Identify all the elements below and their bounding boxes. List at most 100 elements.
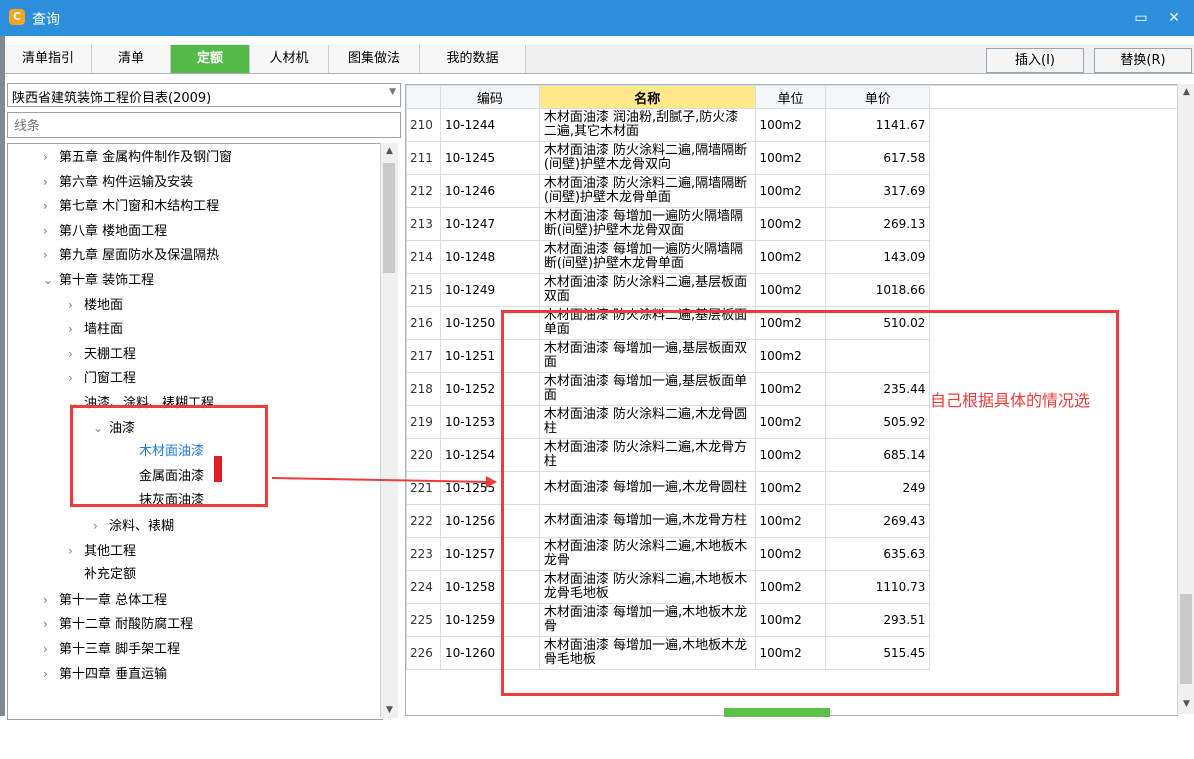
- tree-node[interactable]: › 第十一章 总体工程: [43, 589, 167, 611]
- collapse-icon[interactable]: ›: [43, 195, 59, 217]
- row-code: 10-1246: [439, 174, 540, 208]
- tree-node[interactable]: › 涂料、裱糊: [93, 515, 174, 537]
- tree-node[interactable]: › 第七章 木门窗和木结构工程: [43, 195, 219, 217]
- collapse-icon[interactable]: ›: [43, 220, 59, 242]
- tree-node[interactable]: 补充定额: [68, 564, 136, 586]
- collapse-icon[interactable]: ›: [68, 540, 84, 562]
- collapse-icon[interactable]: ›: [43, 613, 59, 635]
- tree-node-label: 第十二章 耐酸防腐工程: [59, 617, 194, 633]
- row-unit: 100m2: [754, 174, 827, 208]
- tree-node[interactable]: › 第十四章 垂直运输: [43, 663, 167, 685]
- expand-icon[interactable]: ⌄: [43, 269, 59, 291]
- collapse-icon[interactable]: ›: [68, 318, 84, 340]
- tree-node[interactable]: › 墙柱面: [68, 318, 123, 340]
- table-row[interactable]: 210 10-1244 木材面油漆 润油粉,刮腻子,防火漆二遍,其它木材面 100m2…: [406, 108, 1178, 142]
- collapse-icon[interactable]: ›: [68, 294, 84, 316]
- row-filler: [930, 109, 1178, 142]
- row-unit: 100m2: [754, 273, 827, 307]
- row-price: 269.13: [825, 207, 931, 241]
- scroll-thumb[interactable]: [1180, 594, 1192, 684]
- tree-node[interactable]: › 第十二章 耐酸防腐工程: [43, 613, 193, 635]
- row-code: 10-1245: [439, 141, 540, 175]
- tree-node[interactable]: ⌄ 第十章 装饰工程: [43, 269, 154, 291]
- table-row[interactable]: 213 10-1247 木材面油漆 每增加一遍防火隔墙隔断(间壁)护壁木龙骨双面 10…: [406, 207, 1178, 241]
- scroll-down-icon[interactable]: ▼: [1178, 696, 1194, 712]
- scroll-thumb[interactable]: [383, 163, 395, 273]
- row-index: 222: [406, 504, 441, 538]
- tree-node-label: 墙柱面: [84, 322, 124, 338]
- tree-node[interactable]: › 其他工程: [68, 540, 136, 562]
- tree-node-label: 第八章 楼地面工程: [59, 223, 168, 239]
- tree-node-label: 涂料、裱糊: [109, 519, 175, 534]
- cursor-marker: [214, 456, 222, 482]
- tab-bill-guide[interactable]: 清单指引: [5, 45, 92, 73]
- row-index: 215: [406, 273, 441, 307]
- row-code: 10-1244: [439, 108, 540, 142]
- scroll-up-icon[interactable]: ▲: [1178, 84, 1194, 100]
- row-price: 1141.67: [825, 108, 931, 142]
- column-header-code[interactable]: 编码: [439, 85, 540, 109]
- table-row[interactable]: 215 10-1249 木材面油漆 防火涂料二遍,基层板面双面 100m2 1018.6…: [406, 273, 1178, 307]
- maximize-icon[interactable]: ▭: [1130, 8, 1152, 28]
- collapse-icon[interactable]: ›: [43, 638, 59, 660]
- tab-bill[interactable]: 清单: [92, 45, 171, 73]
- tree-node[interactable]: › 门窗工程: [68, 367, 136, 389]
- collapse-icon[interactable]: ›: [93, 515, 109, 537]
- collapse-icon[interactable]: ›: [68, 343, 84, 365]
- collapse-icon[interactable]: ›: [68, 367, 84, 389]
- tree-node[interactable]: › 第十三章 脚手架工程: [43, 638, 180, 660]
- collapse-icon[interactable]: ›: [43, 146, 59, 168]
- row-name: 木材面油漆 每增加一遍防火隔墙隔断(间壁)护壁木龙骨单面: [538, 240, 756, 274]
- tab-my-data[interactable]: 我的数据: [420, 45, 526, 73]
- table-row[interactable]: 214 10-1248 木材面油漆 每增加一遍防火隔墙隔断(间壁)护壁木龙骨单面 10…: [406, 240, 1178, 274]
- collapse-icon[interactable]: ›: [43, 171, 59, 193]
- tree-node[interactable]: › 第九章 屋面防水及保温隔热: [43, 244, 219, 266]
- table-scrollbar[interactable]: ▲ ▼: [1177, 84, 1194, 714]
- scroll-down-icon[interactable]: ▼: [381, 702, 398, 718]
- insert-button[interactable]: 插入(I): [986, 48, 1084, 73]
- tree-scrollbar[interactable]: ▲ ▼: [380, 143, 398, 718]
- row-code: 10-1249: [439, 273, 540, 307]
- row-index: 212: [406, 174, 441, 208]
- column-header-name[interactable]: 名称: [538, 85, 756, 109]
- row-price: 143.09: [825, 240, 931, 274]
- row-index: 225: [406, 603, 441, 637]
- tree-node[interactable]: › 第六章 构件运输及安装: [43, 171, 193, 193]
- row-index: 216: [406, 306, 441, 340]
- tree-node-label: 其他工程: [84, 543, 137, 559]
- tree-node-label: 第五章 金属构件制作及钢门窗: [59, 150, 233, 165]
- tab-quota[interactable]: 定额: [171, 45, 250, 73]
- tab-bar: 清单指引 清单 定额 人材机 图集做法 我的数据 插入(I) 替换(R): [5, 45, 1194, 74]
- column-header-price[interactable]: 单价: [825, 85, 931, 109]
- tab-atlas-method[interactable]: 图集做法: [329, 45, 420, 73]
- tree-node-label: 天棚工程: [84, 346, 137, 362]
- row-index: 219: [406, 405, 441, 439]
- chevron-down-icon[interactable]: ▼: [389, 87, 396, 97]
- library-select[interactable]: 陕西省建筑装饰工程价目表(2009) ▼: [7, 83, 401, 107]
- splitter-handle[interactable]: [724, 708, 830, 717]
- row-filler: [930, 208, 1178, 241]
- replace-button[interactable]: 替换(R): [1094, 48, 1192, 73]
- search-input[interactable]: [12, 115, 396, 137]
- column-header-unit[interactable]: 单位: [754, 85, 827, 109]
- scroll-up-icon[interactable]: ▲: [381, 143, 398, 159]
- collapse-icon[interactable]: ›: [43, 663, 59, 685]
- table-row[interactable]: 212 10-1246 木材面油漆 防火涂料二遍,隔墙隔断(间壁)护壁木龙骨单面 10…: [406, 174, 1178, 208]
- row-index: 213: [406, 207, 441, 241]
- tree-node-label: 第九章 屋面防水及保温隔热: [59, 248, 220, 264]
- tree-node[interactable]: › 第五章 金属构件制作及钢门窗: [43, 146, 232, 168]
- tab-labor-material[interactable]: 人材机: [250, 45, 329, 73]
- tree-node[interactable]: › 天棚工程: [68, 343, 136, 365]
- row-unit: 100m2: [754, 240, 827, 274]
- tree-node[interactable]: › 第八章 楼地面工程: [43, 220, 167, 242]
- highlight-box-tree: [70, 405, 268, 507]
- table-row[interactable]: 211 10-1245 木材面油漆 防火涂料二遍,隔墙隔断(间壁)护壁木龙骨双向 10…: [406, 141, 1178, 175]
- tree-node[interactable]: › 楼地面: [68, 294, 123, 316]
- close-icon[interactable]: ✕: [1163, 8, 1185, 28]
- row-name: 木材面油漆 防火涂料二遍,隔墙隔断(间壁)护壁木龙骨双向: [538, 141, 756, 175]
- tree-node-label: 第十三章 脚手架工程: [59, 642, 181, 657]
- collapse-icon[interactable]: ›: [43, 589, 59, 611]
- highlight-box-rows: [501, 310, 1119, 696]
- search-field[interactable]: [7, 112, 401, 138]
- collapse-icon[interactable]: ›: [43, 244, 59, 266]
